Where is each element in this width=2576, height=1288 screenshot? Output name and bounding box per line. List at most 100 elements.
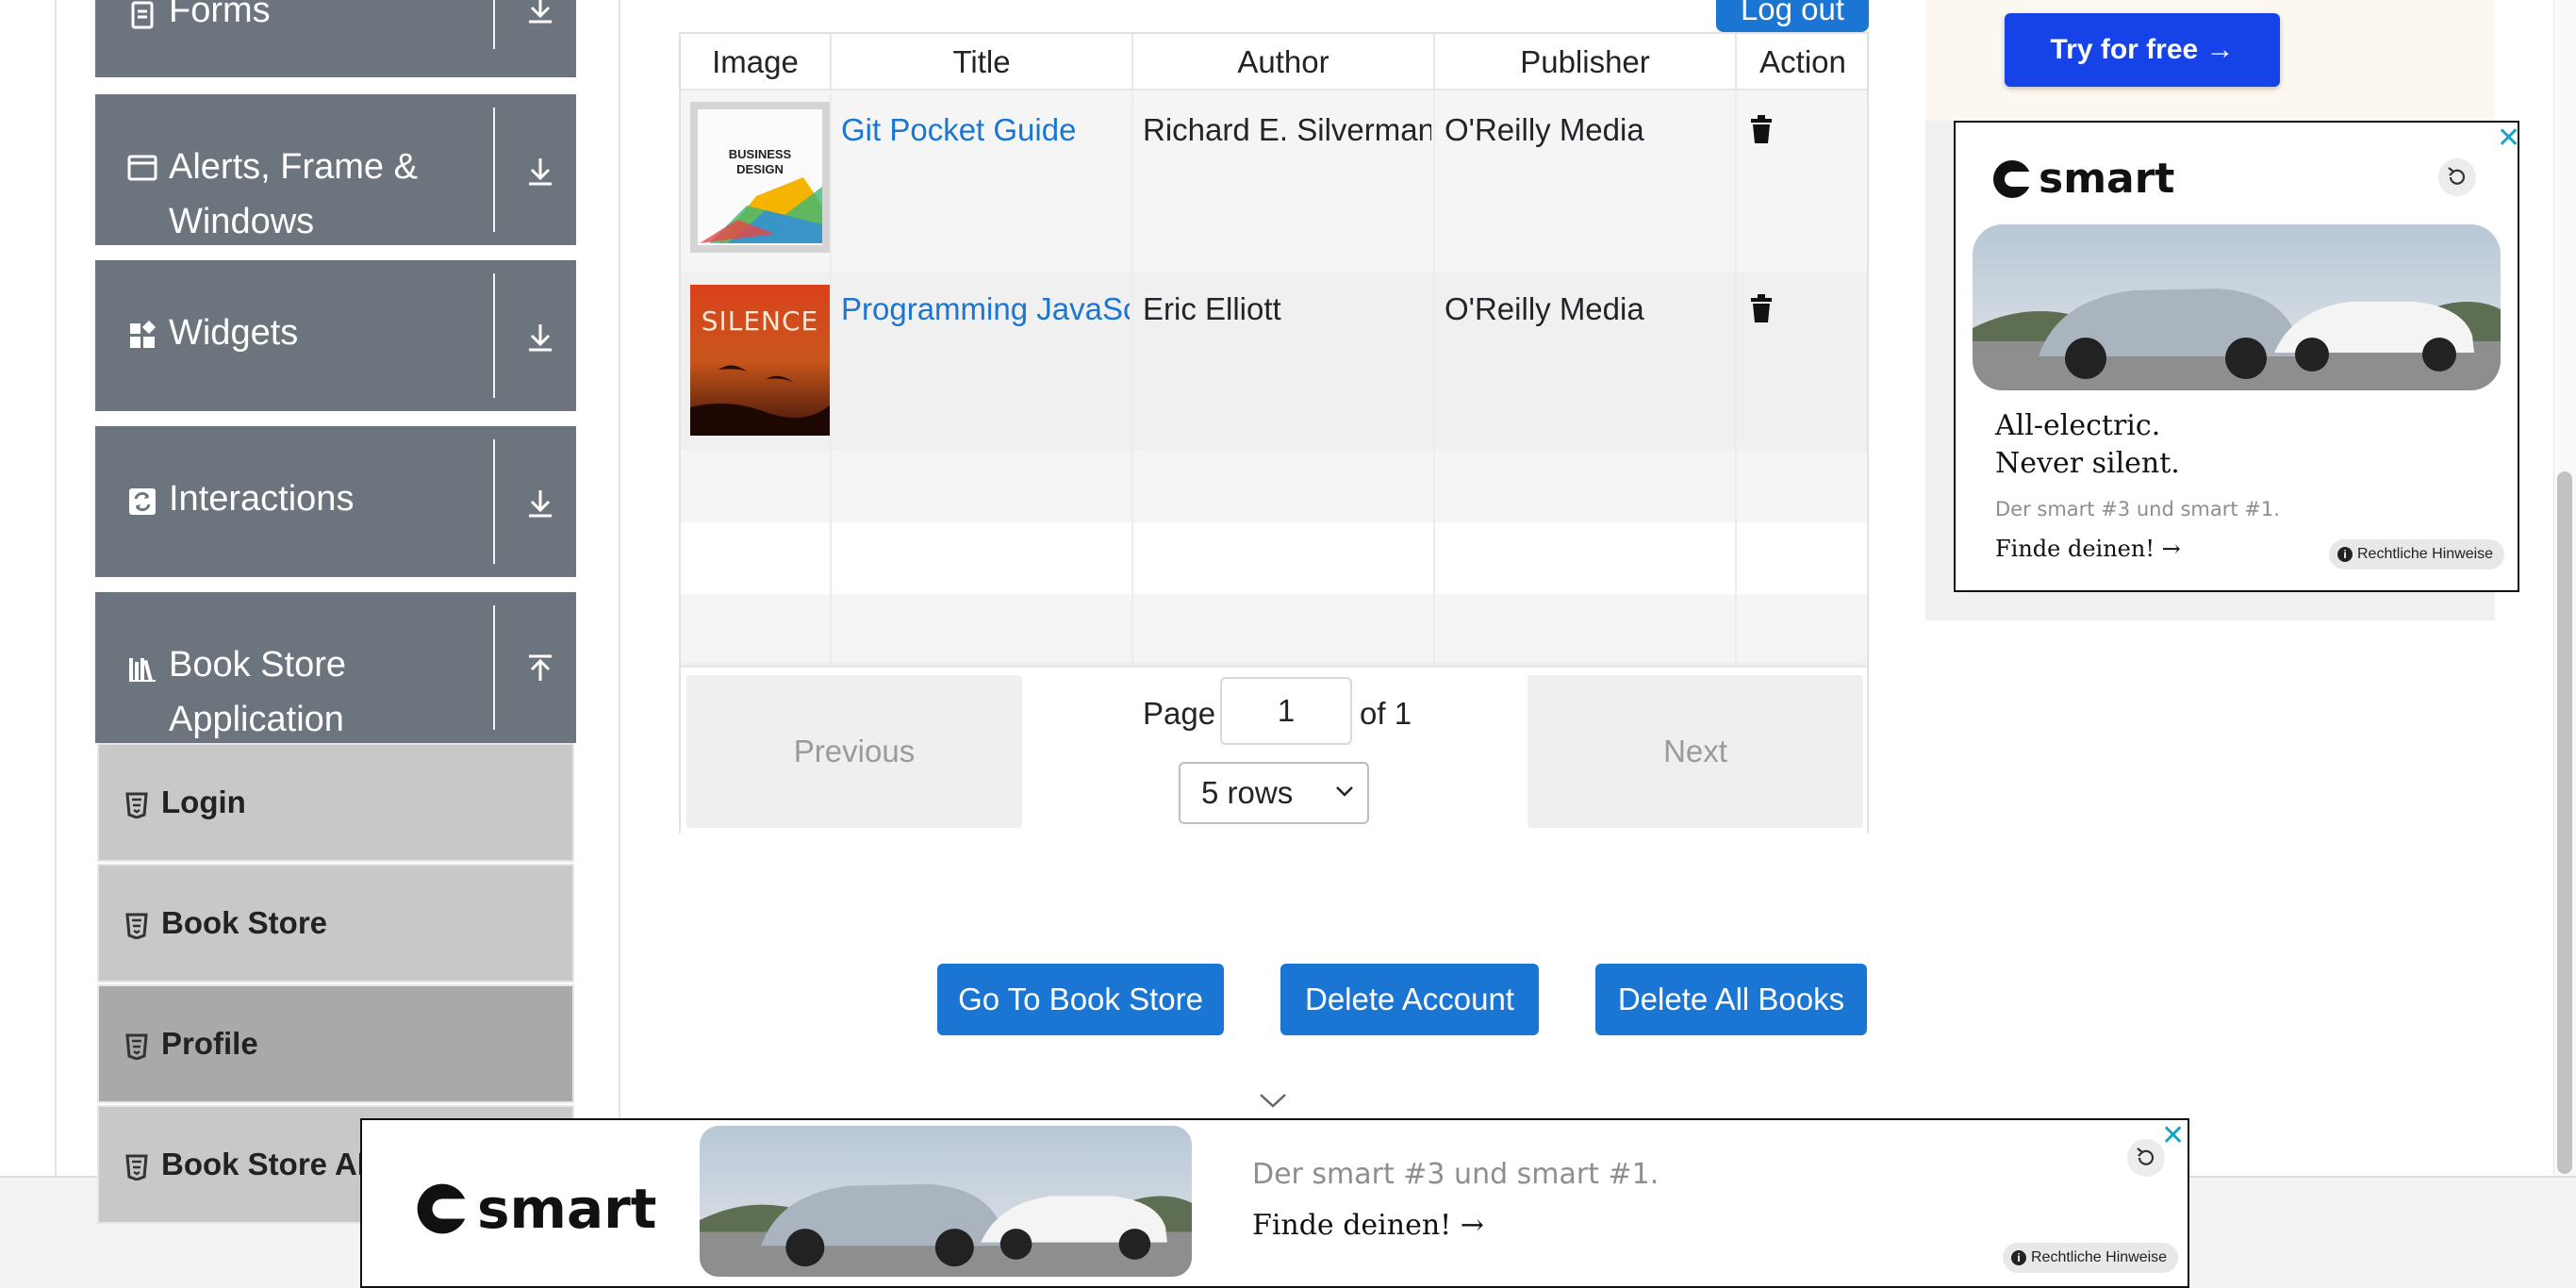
upload-arrow-icon[interactable] [521,651,559,688]
table-row: SILENCE Programming JavaScript Applicati… [681,272,1867,451]
next-button[interactable]: Next [1527,675,1863,828]
html5-icon [125,1154,148,1181]
chevron-down-icon[interactable] [1259,1092,1287,1109]
html5-icon [125,792,148,818]
sidebar-group-label: Forms [169,0,271,30]
legal-notice-button[interactable]: i Rechtliche Hinweise [2329,539,2505,570]
sidebar-item-label: Login [161,784,246,819]
close-icon[interactable]: ✕ [2161,1122,2185,1150]
try-for-free-button[interactable]: Try for free → [2005,13,2280,87]
info-icon: i [2011,1250,2026,1265]
page: { "sidebar": { "groups": [ {"label": "Fo… [0,0,2576,1288]
smart-logo-mark [1993,159,2033,198]
delete-account-button[interactable]: Delete Account [1280,964,1539,1035]
sidebar-group-alerts[interactable]: Alerts, Frame & Windows [95,94,576,245]
trash-icon[interactable] [1750,115,1773,143]
page-scrollbar-thumb[interactable] [2557,471,2572,1174]
book-publisher: O'Reilly Media [1445,291,1644,326]
books-icon [129,658,156,682]
sidebar-group-label: Widgets [169,313,299,353]
sidebar-group-forms[interactable]: Forms [95,0,576,77]
form-icon [131,1,154,29]
legal-notice-label: Rechtliche Hinweise [2031,1249,2168,1265]
sidebar-item-profile[interactable]: Profile [97,984,574,1103]
book-author: Richard E. Silverman [1143,112,1431,147]
close-icon[interactable]: ✕ [2497,124,2520,153]
ad-headline: All-electric. [1995,409,2161,442]
sidebar-group-label-line2: Application [169,700,344,739]
book-cover-image: SILENCE [690,285,830,436]
download-arrow-icon[interactable] [521,319,559,356]
left-column-border [55,0,57,1177]
table-row-empty [681,594,1867,666]
book-title-link[interactable]: Git Pocket Guide [841,109,1124,151]
rows-per-page-select[interactable]: 5 rows [1179,762,1369,824]
sidebar-group-book-store-application[interactable]: Book Store Application [95,592,576,743]
book-cover-text: BUSINESS [729,147,792,161]
previous-button[interactable]: Previous [686,675,1022,828]
ad-subline: Der smart #3 und smart #1. [1995,498,2280,520]
column-header-title[interactable]: Title [832,34,1133,91]
page-total-label: of 1 [1360,696,1412,731]
separator [493,0,495,49]
download-arrow-icon[interactable] [521,0,559,28]
page-label: Page [1143,696,1216,731]
smart-logo-mark [417,1183,470,1234]
book-author: Eric Elliott [1143,291,1281,326]
download-arrow-icon[interactable] [521,153,559,190]
logout-button[interactable]: Log out [1716,0,1869,32]
ad-cta-link[interactable]: Finde deinen! → [1995,536,2181,562]
pagination: Previous Page 1 of 1 5 rows Next [681,666,1867,834]
column-header-action[interactable]: Action [1737,34,1869,91]
sidebar-item-login[interactable]: Login [97,743,574,862]
smart-logo: smart [1991,155,2174,203]
book-cover-text-line2: DESIGN [736,162,784,176]
trash-icon[interactable] [1750,294,1773,322]
refresh-icon[interactable] [2438,158,2476,196]
rows-per-page-value: 5 rows [1201,775,1294,810]
info-icon: i [2337,547,2353,562]
smart-wordmark: smart [477,1177,657,1241]
html5-icon [125,1033,148,1060]
sidebar-group-label: Interactions [169,479,355,519]
widgets-icon [130,321,157,348]
smart-logo: smart [415,1177,656,1241]
sidebar-item-book-store[interactable]: Book Store [97,864,574,983]
column-header-publisher[interactable]: Publisher [1435,34,1737,91]
ad-headline-line2: Never silent. [1995,447,2180,480]
sidebar-group-label-line2: Windows [169,202,315,241]
page-number-input[interactable]: 1 [1220,677,1352,745]
legal-notice-button[interactable]: i Rechtliche Hinweise [2003,1243,2179,1273]
books-table: Image Title Author Publisher Action BUSI… [679,32,1869,834]
sidebar-item-label: Profile [161,1026,258,1061]
separator [493,107,495,232]
bottom-ad[interactable]: smart Der smart #3 und smart #1. Finde d… [360,1118,2189,1288]
ad-car-image [700,1126,1192,1277]
separator [493,273,495,398]
column-header-image[interactable]: Image [681,34,832,91]
ad-subline: Der smart #3 und smart #1. [1252,1158,1660,1191]
html5-icon [125,913,148,939]
column-header-author[interactable]: Author [1133,34,1435,91]
sidebar-group-label: Alerts, Frame & [169,147,418,187]
smart-wordmark: smart [2039,155,2175,203]
table-row-empty [681,522,1867,594]
sidebar-item-label: Book Store API [161,1147,387,1181]
book-publisher: O'Reilly Media [1445,112,1644,147]
table-row-empty [681,451,1867,522]
window-icon [127,155,157,181]
go-to-book-store-button[interactable]: Go To Book Store [937,964,1224,1035]
separator [493,605,495,730]
refresh-icon[interactable] [2127,1139,2165,1177]
sidebar-group-interactions[interactable]: Interactions [95,426,576,577]
download-arrow-icon[interactable] [521,485,559,522]
delete-all-books-button[interactable]: Delete All Books [1595,964,1867,1035]
sidebar-divider [619,0,620,1177]
table-header: Image Title Author Publisher Action [681,34,1867,91]
right-ad[interactable]: ✕ smart All-electric. Never silent. Der … [1954,121,2520,592]
sidebar-item-label: Book Store [161,905,328,940]
book-title-link[interactable]: Programming JavaScript Applications [841,289,1130,330]
sidebar-group-widgets[interactable]: Widgets [95,260,576,411]
ad-cta-link[interactable]: Finde deinen! → [1252,1209,1484,1242]
ad-car-image [1973,224,2501,390]
